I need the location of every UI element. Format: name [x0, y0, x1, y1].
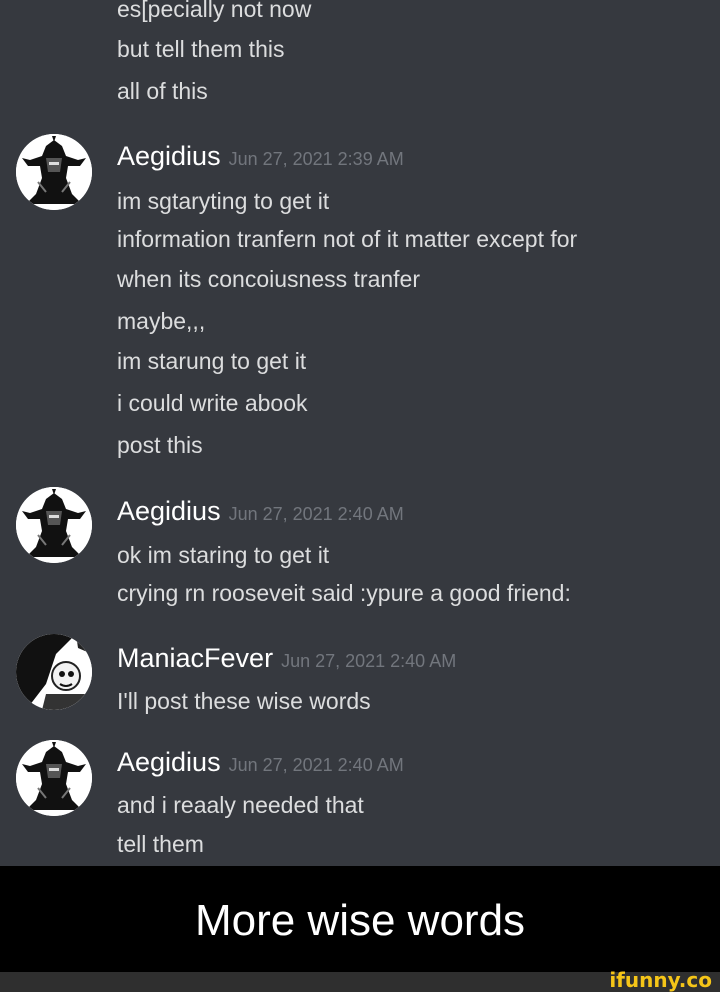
message-header: Aegidius Jun 27, 2021 2:39 AM — [117, 139, 404, 178]
message-line: maybe,,, — [117, 308, 206, 334]
username[interactable]: Aegidius — [117, 496, 221, 526]
timestamp: Jun 27, 2021 2:39 AM — [228, 149, 404, 169]
chat-screenshot: es[pecially not now but tell them this a… — [0, 0, 720, 866]
message-line: I'll post these wise words — [117, 688, 371, 714]
timestamp: Jun 27, 2021 2:40 AM — [281, 651, 457, 671]
username[interactable]: Aegidius — [117, 141, 221, 171]
message-header: Aegidius Jun 27, 2021 2:40 AM — [117, 494, 404, 533]
message-line: im starung to get it — [117, 348, 307, 374]
armored-knight-helmet-icon — [16, 134, 92, 210]
anime-character-icon — [16, 634, 92, 710]
avatar[interactable] — [16, 134, 92, 210]
message-line: tell them — [117, 831, 204, 857]
message-line: im sgtaryting to get it — [117, 188, 330, 214]
meme-caption: More wise words — [194, 896, 526, 945]
caption-bar: More wise words — [0, 866, 720, 972]
message-line: post this — [117, 432, 203, 458]
message-line: and i reaaly needed that — [117, 792, 364, 818]
avatar[interactable] — [16, 487, 92, 563]
footer-bar: ifunny.co — [0, 968, 720, 992]
meme-page: es[pecially not now but tell them this a… — [0, 0, 720, 992]
username[interactable]: Aegidius — [117, 747, 221, 777]
message-line: ok im staring to get it — [117, 542, 330, 568]
message-line: es[pecially not now — [117, 0, 312, 22]
ifunny-watermark: ifunny.co — [609, 968, 712, 992]
armored-knight-helmet-icon — [16, 740, 92, 816]
message-line: i could write abook — [117, 390, 308, 416]
timestamp: Jun 27, 2021 2:40 AM — [228, 755, 404, 775]
message-header: ManiacFever Jun 27, 2021 2:40 AM — [117, 641, 456, 680]
message-line: when its concoiusness tranfer — [117, 266, 420, 292]
message-line: information tranfern not of it matter ex… — [117, 226, 578, 252]
armored-knight-helmet-icon — [16, 487, 92, 563]
message-line: but tell them this — [117, 36, 285, 62]
avatar[interactable] — [16, 740, 92, 816]
message-header: Aegidius Jun 27, 2021 2:40 AM — [117, 745, 404, 784]
avatar[interactable] — [16, 634, 92, 710]
username[interactable]: ManiacFever — [117, 643, 273, 673]
timestamp: Jun 27, 2021 2:40 AM — [228, 504, 404, 524]
message-line: crying rn rooseveit said :ypure a good f… — [117, 580, 571, 606]
message-line: all of this — [117, 78, 208, 104]
